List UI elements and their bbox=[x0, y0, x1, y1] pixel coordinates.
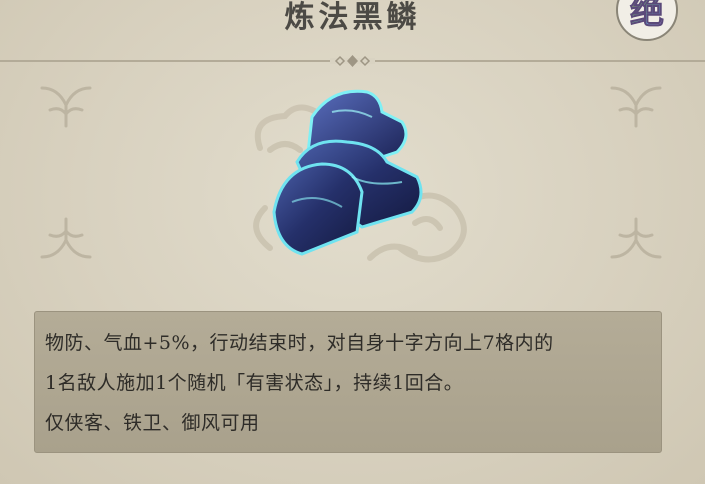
description-line: 物防、气血+5%，行动结束时，对自身十字方向上7格内的 bbox=[45, 332, 554, 354]
description-box: 物防、气血+5%，行动结束时，对自身十字方向上7格内的 1名敌人施加1个随机「有… bbox=[34, 311, 662, 453]
corner-ornament-icon bbox=[40, 86, 92, 128]
divider-ornament-icon bbox=[330, 55, 375, 67]
corner-ornament-icon bbox=[610, 217, 662, 259]
rarity-char: 绝 bbox=[630, 0, 664, 32]
item-detail-panel: 炼法黑鳞 绝 物防、气血+5%，行动结束时，对自身十字方向上7格内的 1名敌人施… bbox=[0, 0, 705, 484]
description-line: 1名敌人施加1个随机「有害状态」，持续1回合。 bbox=[45, 372, 464, 394]
rarity-badge: 绝 bbox=[612, 0, 682, 42]
corner-ornament-icon bbox=[610, 86, 662, 128]
dark-blue-armor-scale-icon bbox=[272, 89, 423, 256]
description-line: 仅侠客、铁卫、御风可用 bbox=[45, 412, 260, 434]
item-name-title: 炼法黑鳞 bbox=[284, 0, 421, 35]
corner-ornament-icon bbox=[40, 217, 92, 259]
